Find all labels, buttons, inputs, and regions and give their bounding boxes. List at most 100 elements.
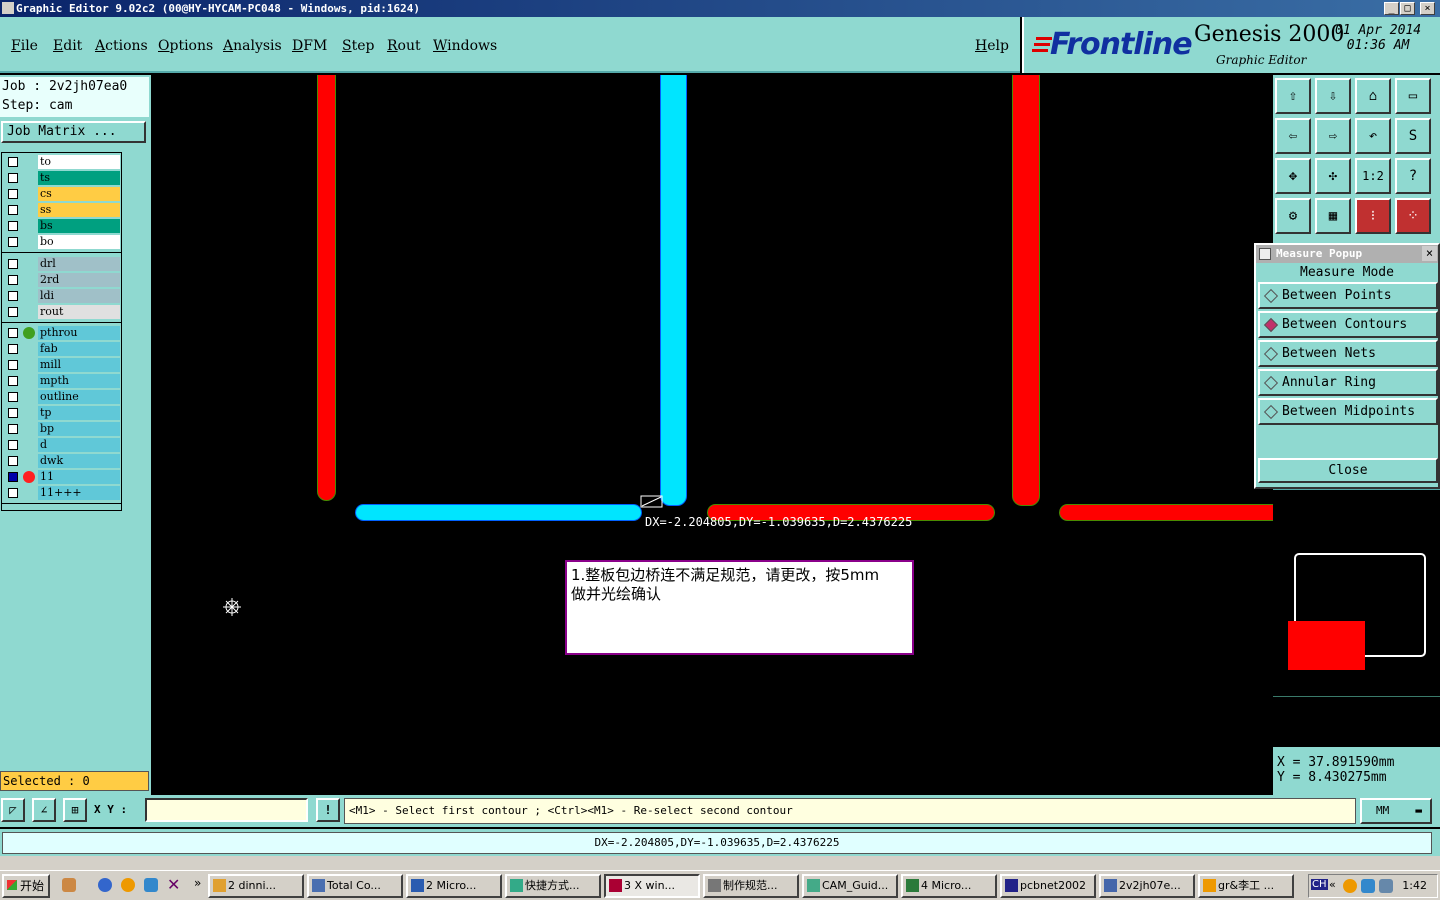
- task-button[interactable]: 2 Micro...: [406, 874, 502, 898]
- task-button[interactable]: 快捷方式...: [505, 874, 601, 898]
- layer-checkbox[interactable]: [8, 291, 18, 301]
- zoom-in-icon[interactable]: ✣: [1315, 158, 1351, 194]
- layer-row-fab[interactable]: fab: [2, 341, 121, 357]
- input-method-icon[interactable]: CH: [1311, 879, 1328, 890]
- layer-checkbox[interactable]: [8, 237, 18, 247]
- task-button[interactable]: gr&李工 ...: [1198, 874, 1294, 898]
- close-window-button[interactable]: ×: [1420, 2, 1435, 15]
- start-button[interactable]: 开始: [2, 874, 50, 898]
- menu-edit[interactable]: Edit: [53, 38, 82, 54]
- home-icon[interactable]: ⌂: [1355, 78, 1391, 114]
- job-matrix-button[interactable]: Job Matrix ...: [1, 121, 146, 143]
- layer-name[interactable]: bp: [38, 422, 120, 436]
- layer-checkbox[interactable]: [8, 189, 18, 199]
- layer-checkbox[interactable]: [8, 440, 18, 450]
- menu-dfm[interactable]: DFM: [292, 38, 327, 54]
- tray-clock-icon[interactable]: [1343, 879, 1357, 893]
- task-button[interactable]: CAM_Guid...: [802, 874, 898, 898]
- task-button-active[interactable]: 3 X win...: [604, 874, 700, 898]
- layer-checkbox[interactable]: [8, 275, 18, 285]
- help-query-icon[interactable]: ?: [1395, 158, 1431, 194]
- layer-name[interactable]: rout: [38, 305, 120, 319]
- task-button[interactable]: 2 dinni...: [208, 874, 304, 898]
- layer-name[interactable]: bo: [38, 235, 120, 249]
- snap-icon[interactable]: ⁝: [1355, 198, 1391, 234]
- layer-checkbox[interactable]: [8, 328, 18, 338]
- layer-name[interactable]: ss: [38, 203, 120, 217]
- option-annular-ring[interactable]: Annular Ring: [1258, 369, 1438, 396]
- xy-input[interactable]: [145, 798, 308, 822]
- layer-row-d[interactable]: d: [2, 437, 121, 453]
- layer-checkbox[interactable]: [8, 472, 18, 482]
- layer-checkbox[interactable]: [8, 360, 18, 370]
- layer-checkbox[interactable]: [8, 456, 18, 466]
- layer-name[interactable]: 2rd: [38, 273, 120, 287]
- layer-row-ss[interactable]: ss: [2, 202, 121, 218]
- layer-checkbox[interactable]: [8, 408, 18, 418]
- layer-checkbox[interactable]: [8, 424, 18, 434]
- ie-icon[interactable]: [98, 878, 112, 892]
- layer-checkbox[interactable]: [8, 205, 18, 215]
- units-select[interactable]: MM ▬: [1360, 798, 1432, 824]
- graphic-canvas[interactable]: DX=-2.204805,DY=-1.039635,D=2.4376225 1.…: [151, 75, 1273, 795]
- layer-name[interactable]: dwk: [38, 454, 120, 468]
- task-button[interactable]: 2v2jh07e...: [1099, 874, 1195, 898]
- angle-icon[interactable]: ∠: [32, 798, 56, 822]
- tray-network-icon[interactable]: [1361, 879, 1375, 893]
- layer-name[interactable]: fab: [38, 342, 120, 356]
- layer-row-mpth[interactable]: mpth: [2, 373, 121, 389]
- menu-actions[interactable]: Actions: [95, 38, 148, 54]
- popup-close-icon[interactable]: ×: [1422, 246, 1437, 261]
- option-between-midpoints[interactable]: Between Midpoints: [1258, 398, 1438, 425]
- menu-help[interactable]: Help: [975, 38, 1009, 54]
- layer-name[interactable]: 11+++: [38, 486, 120, 500]
- layer-name[interactable]: outline: [38, 390, 120, 404]
- layer-row-bo[interactable]: bo: [2, 234, 121, 250]
- option-between-contours[interactable]: Between Contours: [1258, 311, 1438, 338]
- task-button[interactable]: 4 Micro...: [901, 874, 997, 898]
- pan-right-icon[interactable]: ⇨: [1315, 118, 1351, 154]
- option-between-nets[interactable]: Between Nets: [1258, 340, 1438, 367]
- menu-rout[interactable]: Rout: [387, 38, 421, 54]
- net-icon[interactable]: ⁘: [1395, 198, 1431, 234]
- layer-row-11+++[interactable]: 11+++: [2, 485, 121, 501]
- layer-checkbox[interactable]: [8, 488, 18, 498]
- zoom-window-icon[interactable]: ▭: [1395, 78, 1431, 114]
- scale-1-2-icon[interactable]: 1:2: [1355, 158, 1391, 194]
- pan-left-icon[interactable]: ⇦: [1275, 118, 1311, 154]
- layer-row-rout[interactable]: rout: [2, 304, 121, 320]
- layer-name[interactable]: drl: [38, 257, 120, 271]
- undo-view-icon[interactable]: ↶: [1355, 118, 1391, 154]
- layer-row-ldi[interactable]: ldi: [2, 288, 121, 304]
- grid-icon[interactable]: ▦: [1315, 198, 1351, 234]
- layer-name[interactable]: ts: [38, 171, 120, 185]
- layer-checkbox[interactable]: [8, 307, 18, 317]
- layer-row-2rd[interactable]: 2rd: [2, 272, 121, 288]
- task-button[interactable]: Total Co...: [307, 874, 403, 898]
- popup-close-button[interactable]: Close: [1258, 458, 1438, 483]
- layer-name[interactable]: 11: [38, 470, 120, 484]
- overview-map[interactable]: [1273, 489, 1440, 747]
- layer-name[interactable]: tp: [38, 406, 120, 420]
- layer-row-drl[interactable]: drl: [2, 256, 121, 272]
- layer-row-ts[interactable]: ts: [2, 170, 121, 186]
- clock-app-icon[interactable]: [121, 878, 135, 892]
- layer-checkbox[interactable]: [8, 392, 18, 402]
- layer-row-dwk[interactable]: dwk: [2, 453, 121, 469]
- pan-up-icon[interactable]: ⇧: [1275, 78, 1311, 114]
- layer-name[interactable]: mpth: [38, 374, 120, 388]
- layer-checkbox[interactable]: [8, 259, 18, 269]
- menu-windows[interactable]: Windows: [433, 38, 497, 54]
- redraw-icon[interactable]: S: [1395, 118, 1431, 154]
- maximize-button[interactable]: □: [1400, 2, 1415, 15]
- pan-down-icon[interactable]: ⇩: [1315, 78, 1351, 114]
- option-between-points[interactable]: Between Points: [1258, 282, 1438, 309]
- layer-row-11[interactable]: 11: [2, 469, 121, 485]
- layer-name[interactable]: pthrou: [38, 326, 120, 340]
- menu-analysis[interactable]: Analysis: [223, 38, 282, 54]
- alert-icon[interactable]: !: [316, 798, 340, 822]
- menu-step[interactable]: Step: [342, 38, 374, 54]
- zoom-out-icon[interactable]: ✥: [1275, 158, 1311, 194]
- layer-row-outline[interactable]: outline: [2, 389, 121, 405]
- layer-name[interactable]: cs: [38, 187, 120, 201]
